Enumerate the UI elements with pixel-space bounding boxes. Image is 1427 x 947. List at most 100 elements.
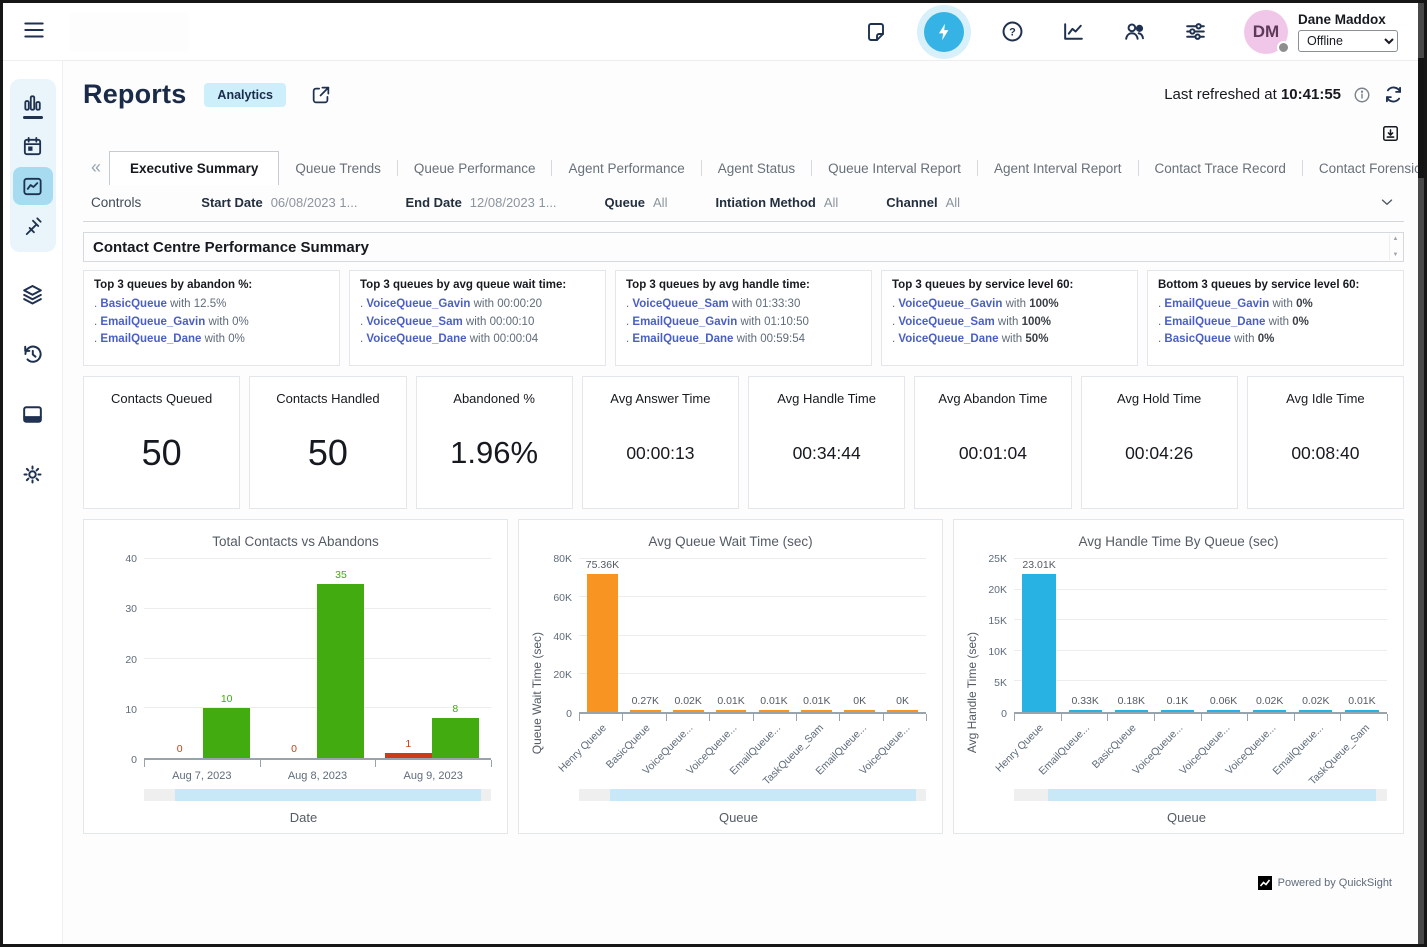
kpi-label: Contacts Queued — [111, 391, 212, 406]
queue-link[interactable]: VoiceQueue_Gavin — [366, 298, 470, 310]
filter-intiation-method[interactable]: Intiation MethodAll — [715, 195, 838, 210]
users-icon — [1122, 19, 1147, 44]
tab-executive-summary[interactable]: Executive Summary — [109, 151, 279, 185]
filter-label: Start Date — [201, 195, 262, 210]
queue-link[interactable]: VoiceQueue_Sam — [898, 316, 994, 328]
tab-agent-performance[interactable]: Agent Performance — [552, 153, 700, 184]
bar-basicqueue-1[interactable] — [630, 710, 661, 712]
tab-agent-interval-report[interactable]: Agent Interval Report — [978, 153, 1138, 184]
conjunction: with — [732, 298, 752, 310]
y-tick-label: 15K — [988, 615, 1007, 627]
queue-link[interactable]: EmailQueue_Dane — [632, 333, 733, 345]
status-select[interactable]: Offline — [1298, 30, 1398, 52]
tab-queue-trends[interactable]: Queue Trends — [279, 153, 397, 184]
bar-voicequeue-5[interactable] — [1253, 710, 1286, 712]
sidebar-item-settings[interactable] — [20, 462, 45, 492]
bar-voicequeue-3[interactable] — [1161, 710, 1194, 712]
settings-sliders-button[interactable] — [1183, 19, 1208, 44]
chart-scrollbar-thumb[interactable] — [1048, 789, 1376, 801]
queue-link[interactable]: BasicQueue — [100, 298, 166, 310]
analytics-nav-button[interactable] — [1061, 19, 1086, 44]
sidebar-item-historical-metrics[interactable] — [13, 127, 53, 165]
bar-voicequeue-4[interactable] — [1207, 710, 1240, 712]
sidebar-item-analytics-reports[interactable] — [13, 167, 53, 205]
x-tick-labels: Henry QueueBasicQueueVoiceQueue...VoiceQ… — [579, 718, 926, 782]
bar-aug-8-2023-total-contacts[interactable] — [317, 584, 364, 758]
filter-end-date[interactable]: End Date12/08/2023 1... — [405, 195, 556, 210]
powered-by-text: Powered by QuickSight — [1278, 877, 1392, 889]
tab-contact-trace-record[interactable]: Contact Trace Record — [1139, 153, 1302, 184]
tab-agent-status[interactable]: Agent Status — [702, 153, 811, 184]
sidebar-item-flows[interactable] — [13, 207, 53, 245]
page-scrollbar-thumb[interactable] — [1418, 58, 1424, 178]
queue-link[interactable]: VoiceQueue_Dane — [366, 333, 466, 345]
chart-scrollbar-thumb[interactable] — [175, 789, 480, 801]
sidebar-item-history[interactable] — [20, 342, 45, 372]
app-logo — [69, 12, 189, 52]
bar-henry-queue-0[interactable] — [1022, 574, 1055, 712]
x-axis-title: Queue — [545, 801, 932, 827]
chart-scrollbar[interactable] — [144, 789, 491, 801]
queue-link[interactable]: VoiceQueue_Sam — [366, 316, 462, 328]
tabs-scroll-left-button[interactable]: « — [83, 153, 109, 182]
queue-link[interactable]: EmailQueue_Dane — [100, 333, 201, 345]
sidebar-item-realtime-metrics[interactable] — [13, 87, 53, 125]
bar-taskqueue-sam-7[interactable] — [1345, 710, 1378, 712]
queue-link[interactable]: EmailQueue_Gavin — [100, 316, 205, 328]
bar-voicequeue-7[interactable] — [887, 710, 918, 712]
bullet: . — [94, 333, 97, 345]
app-window: ? DM Dane Maddox Offline — [0, 0, 1427, 947]
export-button[interactable] — [1381, 124, 1400, 143]
page-scrollbar[interactable] — [1418, 3, 1424, 944]
insight-value: 0% — [1296, 298, 1313, 310]
queue-link[interactable]: VoiceQueue_Sam — [632, 298, 728, 310]
filter-channel[interactable]: ChannelAll — [886, 195, 960, 210]
open-in-new-tab-button[interactable] — [310, 84, 332, 106]
bar-taskqueue-sam-5[interactable] — [801, 710, 832, 712]
sidebar-item-channels[interactable] — [20, 282, 45, 312]
filter-queue[interactable]: QueueAll — [605, 195, 668, 210]
queue-link[interactable]: BasicQueue — [1164, 333, 1230, 345]
queue-link[interactable]: EmailQueue_Gavin — [1164, 298, 1269, 310]
tab-queue-interval-report[interactable]: Queue Interval Report — [812, 153, 977, 184]
bar-value-label: 0 — [291, 743, 297, 755]
notes-button[interactable] — [864, 20, 888, 44]
bar-value-label: 75.36K — [586, 559, 619, 571]
chart-scrollbar[interactable] — [1014, 789, 1387, 801]
queue-link[interactable]: EmailQueue_Dane — [1164, 316, 1265, 328]
chart-scrollbar[interactable] — [579, 789, 926, 801]
queue-link[interactable]: VoiceQueue_Gavin — [898, 298, 1002, 310]
bar-value-label: 0 — [177, 743, 183, 755]
bar-emailqueue-6[interactable] — [1299, 710, 1332, 712]
users-button[interactable] — [1122, 19, 1147, 44]
bar-aug-9-2023-total-contacts[interactable] — [432, 718, 479, 758]
menu-toggle-button[interactable] — [17, 13, 51, 50]
sidebar-item-workspace[interactable] — [20, 402, 45, 432]
refresh-button[interactable] — [1383, 84, 1404, 105]
bar-voicequeue-2[interactable] — [673, 710, 704, 712]
bar-basicqueue-2[interactable] — [1115, 710, 1148, 712]
avatar[interactable]: DM — [1244, 10, 1288, 54]
filter-start-date[interactable]: Start Date 06/08/2023 1... — [201, 195, 357, 210]
quick-actions-button[interactable] — [924, 12, 964, 52]
filter-value: 06/08/2023 1... — [271, 195, 358, 210]
tab-queue-performance[interactable]: Queue Performance — [398, 153, 552, 184]
summary-scrollbar[interactable]: ▲▼ — [1389, 234, 1401, 260]
bar-voicequeue-3[interactable] — [716, 710, 747, 712]
x-tick-label: VoiceQueue... — [1154, 718, 1201, 782]
insight-item: . EmailQueue_Dane with 0% — [1158, 316, 1393, 328]
bar-henry-queue-0[interactable] — [587, 574, 618, 712]
bar-emailqueue-1[interactable] — [1069, 710, 1102, 712]
queue-link[interactable]: VoiceQueue_Dane — [898, 333, 998, 345]
controls-collapse-button[interactable] — [1378, 193, 1396, 211]
summary-title: Contact Centre Performance Summary — [93, 239, 369, 256]
bar-emailqueue-6[interactable] — [844, 710, 875, 712]
tab-contact-forensics[interactable]: Contact Forensics — [1303, 153, 1424, 184]
chart-scrollbar-thumb[interactable] — [610, 789, 915, 801]
info-button[interactable] — [1353, 86, 1371, 104]
queue-link[interactable]: EmailQueue_Gavin — [632, 316, 737, 328]
bar-aug-9-2023-abandons[interactable] — [385, 753, 432, 758]
help-button[interactable]: ? — [1000, 19, 1025, 44]
bar-emailqueue-4[interactable] — [759, 710, 790, 712]
bar-aug-7-2023-total-contacts[interactable] — [203, 708, 250, 758]
